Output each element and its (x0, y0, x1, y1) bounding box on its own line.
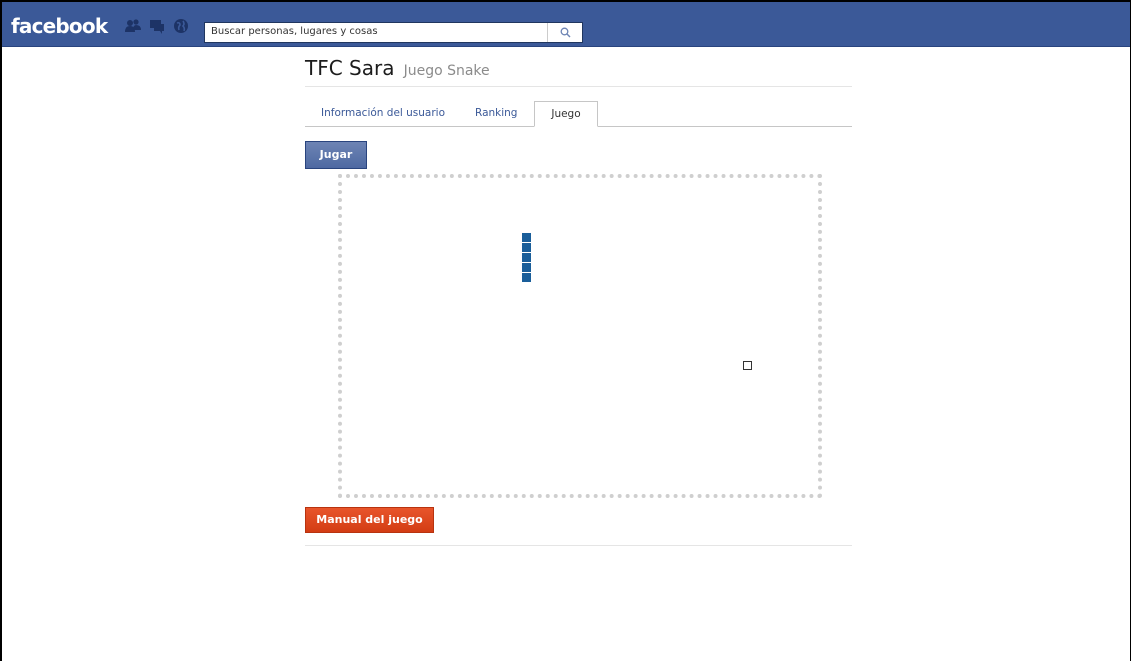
notifications-globe-icon[interactable] (172, 17, 190, 35)
search-icon (560, 27, 570, 38)
title-divider (305, 86, 852, 87)
page-title: TFC Sara Juego Snake (305, 56, 490, 80)
snake-segment (522, 263, 531, 272)
tab-bar: Información del usuario Ranking Juego (305, 101, 852, 127)
snake-segment (522, 243, 531, 252)
bottom-divider (305, 545, 852, 546)
snake-game-board[interactable] (338, 174, 822, 498)
facebook-top-bar: facebook Buscar personas, lugares y cosa… (2, 2, 1130, 47)
snake-segment (522, 253, 531, 262)
snake-segment (522, 273, 531, 282)
snake-segment (522, 233, 531, 242)
tab-game[interactable]: Juego (534, 101, 598, 127)
play-button[interactable]: Jugar (305, 141, 367, 169)
messages-icon[interactable] (148, 17, 166, 35)
tab-user-info[interactable]: Información del usuario (321, 101, 445, 126)
tab-ranking[interactable]: Ranking (475, 101, 517, 126)
game-manual-button[interactable]: Manual del juego (305, 507, 434, 533)
food-item (743, 361, 752, 370)
facebook-logo[interactable]: facebook (11, 15, 108, 37)
search-button[interactable] (547, 23, 582, 42)
friends-icon[interactable] (124, 17, 142, 35)
search-input[interactable]: Buscar personas, lugares y cosas (204, 22, 583, 43)
app-name: TFC Sara (305, 56, 395, 80)
search-placeholder: Buscar personas, lugares y cosas (211, 26, 378, 37)
app-subtitle: Juego Snake (403, 63, 490, 79)
